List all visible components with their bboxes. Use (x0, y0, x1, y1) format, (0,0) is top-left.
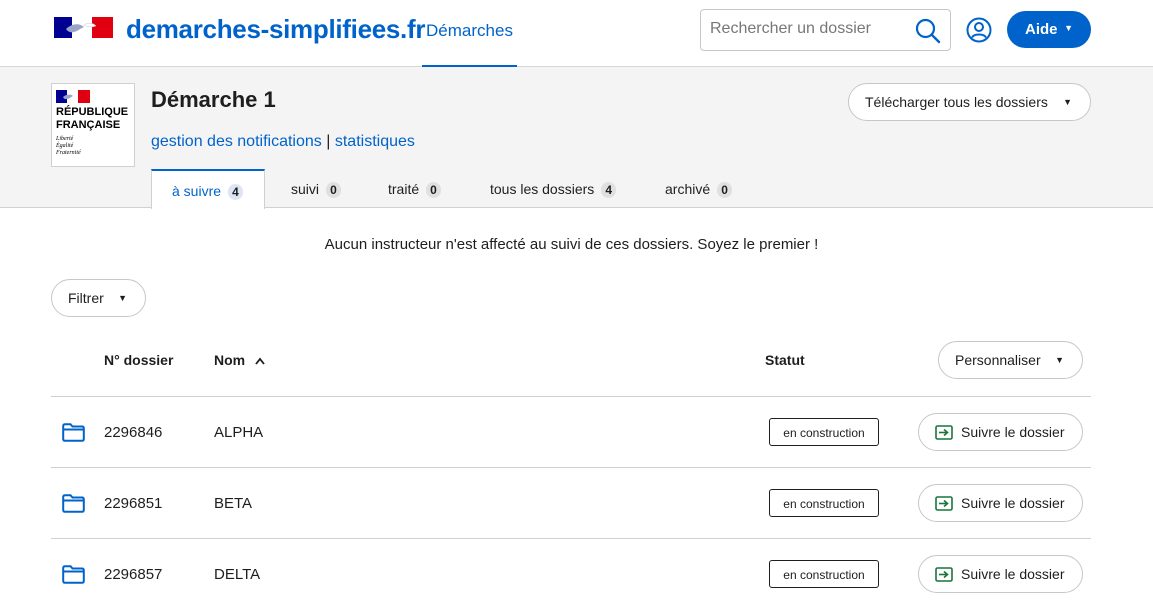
personnaliser-button[interactable]: Personnaliser ▼ (938, 341, 1083, 379)
follow-arrow-icon (935, 567, 953, 582)
tab-count: 0 (717, 182, 733, 198)
follow-dossier-button[interactable]: Suivre le dossier (918, 555, 1083, 593)
logo-text-line: RÉPUBLIQUE (56, 106, 129, 118)
tab-count: 4 (227, 184, 243, 200)
folder-icon[interactable] (62, 494, 85, 513)
tab-count: 0 (325, 182, 341, 198)
tab-label: suivi (291, 181, 320, 197)
caret-down-icon: ▼ (1063, 97, 1072, 107)
tab-label: archivé (665, 181, 711, 197)
folder-icon[interactable] (62, 423, 85, 442)
procedure-links: gestion des notifications | statistiques (151, 133, 415, 151)
table-row[interactable]: 2296851 BETA en construction Suivre le d… (51, 467, 1091, 538)
dossier-name[interactable]: ALPHA (214, 424, 263, 441)
notifications-link[interactable]: gestion des notifications (151, 133, 322, 150)
tab-label: à suivre (172, 183, 222, 199)
logo-motto-line: Égalité (56, 143, 74, 149)
tab-suivi[interactable]: suivi 0 (291, 169, 341, 209)
nav-demarches[interactable]: Démarches (422, 0, 517, 67)
search-box (700, 9, 951, 51)
dossier-number[interactable]: 2296851 (104, 495, 162, 512)
link-separator: | (326, 133, 331, 150)
tab-count: 0 (426, 182, 442, 198)
download-label: Télécharger tous les dossiers (865, 94, 1048, 110)
status-badge: en construction (769, 489, 879, 517)
marianne-flag-icon[interactable] (54, 17, 113, 38)
logo-motto-line: Liberté (56, 136, 74, 142)
sort-ascending-icon (255, 357, 265, 365)
dossier-number[interactable]: 2296846 (104, 424, 162, 441)
tab-count: 4 (601, 182, 617, 198)
column-header-statut[interactable]: Statut (765, 352, 805, 368)
column-header-num[interactable]: N° dossier (104, 352, 173, 368)
follow-label: Suivre le dossier (961, 566, 1065, 582)
folder-icon[interactable] (62, 565, 85, 584)
logo-text: RÉPUBLIQUE FRANÇAISE (56, 106, 128, 132)
status-badge: en construction (769, 418, 879, 446)
follow-arrow-icon (935, 425, 953, 440)
tab-label: tous les dossiers (490, 181, 595, 197)
caret-down-icon: ▼ (1064, 23, 1073, 33)
search-input[interactable] (710, 20, 910, 38)
notice-text: Aucun instructeur n'est affecté au suivi… (324, 236, 819, 253)
follow-dossier-button[interactable]: Suivre le dossier (918, 413, 1083, 451)
dossier-name[interactable]: BETA (214, 495, 252, 512)
filter-label: Filtrer (68, 290, 104, 306)
caret-down-icon: ▼ (1055, 355, 1064, 365)
marianne-flag-icon (56, 90, 90, 103)
column-header-label: Nom (214, 352, 246, 368)
republique-francaise-logo: RÉPUBLIQUE FRANÇAISE Liberté Égalité Fra… (51, 83, 135, 167)
tab-label: traité (388, 181, 420, 197)
follow-dossier-button[interactable]: Suivre le dossier (918, 484, 1083, 522)
follow-label: Suivre le dossier (961, 495, 1065, 511)
statistiques-link[interactable]: statistiques (335, 133, 415, 150)
search-icon[interactable] (914, 17, 942, 45)
follow-arrow-icon (935, 496, 953, 511)
tab-archive[interactable]: archivé 0 (665, 169, 733, 209)
table-row[interactable]: 2296857 DELTA en construction Suivre le … (51, 538, 1091, 609)
dossier-number[interactable]: 2296857 (104, 566, 162, 583)
tab-tous-les-dossiers[interactable]: tous les dossiers 4 (490, 169, 617, 209)
personnaliser-label: Personnaliser (955, 352, 1041, 368)
download-all-button[interactable]: Télécharger tous les dossiers ▼ (848, 83, 1091, 121)
filter-button[interactable]: Filtrer ▼ (51, 279, 146, 317)
user-account-icon[interactable] (966, 17, 992, 43)
follow-label: Suivre le dossier (961, 424, 1065, 440)
tab-a-suivre[interactable]: à suivre 4 (151, 169, 265, 209)
column-header-nom[interactable]: Nom (214, 352, 265, 368)
logo-motto-line: Fraternité (56, 150, 81, 156)
table-row[interactable]: 2296846 ALPHA en construction Suivre le … (51, 396, 1091, 467)
top-bar: demarches-simplifiees.fr Démarches Aide … (0, 0, 1153, 67)
procedure-title: Démarche 1 (151, 87, 276, 112)
logo-text-line: FRANÇAISE (56, 119, 121, 131)
logo-motto: Liberté Égalité Fraternité (56, 136, 81, 157)
procedure-header: RÉPUBLIQUE FRANÇAISE Liberté Égalité Fra… (0, 67, 1153, 209)
brand-link[interactable]: demarches-simplifiees.fr (126, 14, 425, 45)
tab-traite[interactable]: traité 0 (388, 169, 442, 209)
aide-label: Aide (1025, 21, 1058, 38)
caret-down-icon: ▼ (118, 293, 127, 303)
dossier-name[interactable]: DELTA (214, 566, 260, 583)
status-badge: en construction (769, 560, 879, 588)
aide-button[interactable]: Aide ▼ (1007, 11, 1091, 48)
